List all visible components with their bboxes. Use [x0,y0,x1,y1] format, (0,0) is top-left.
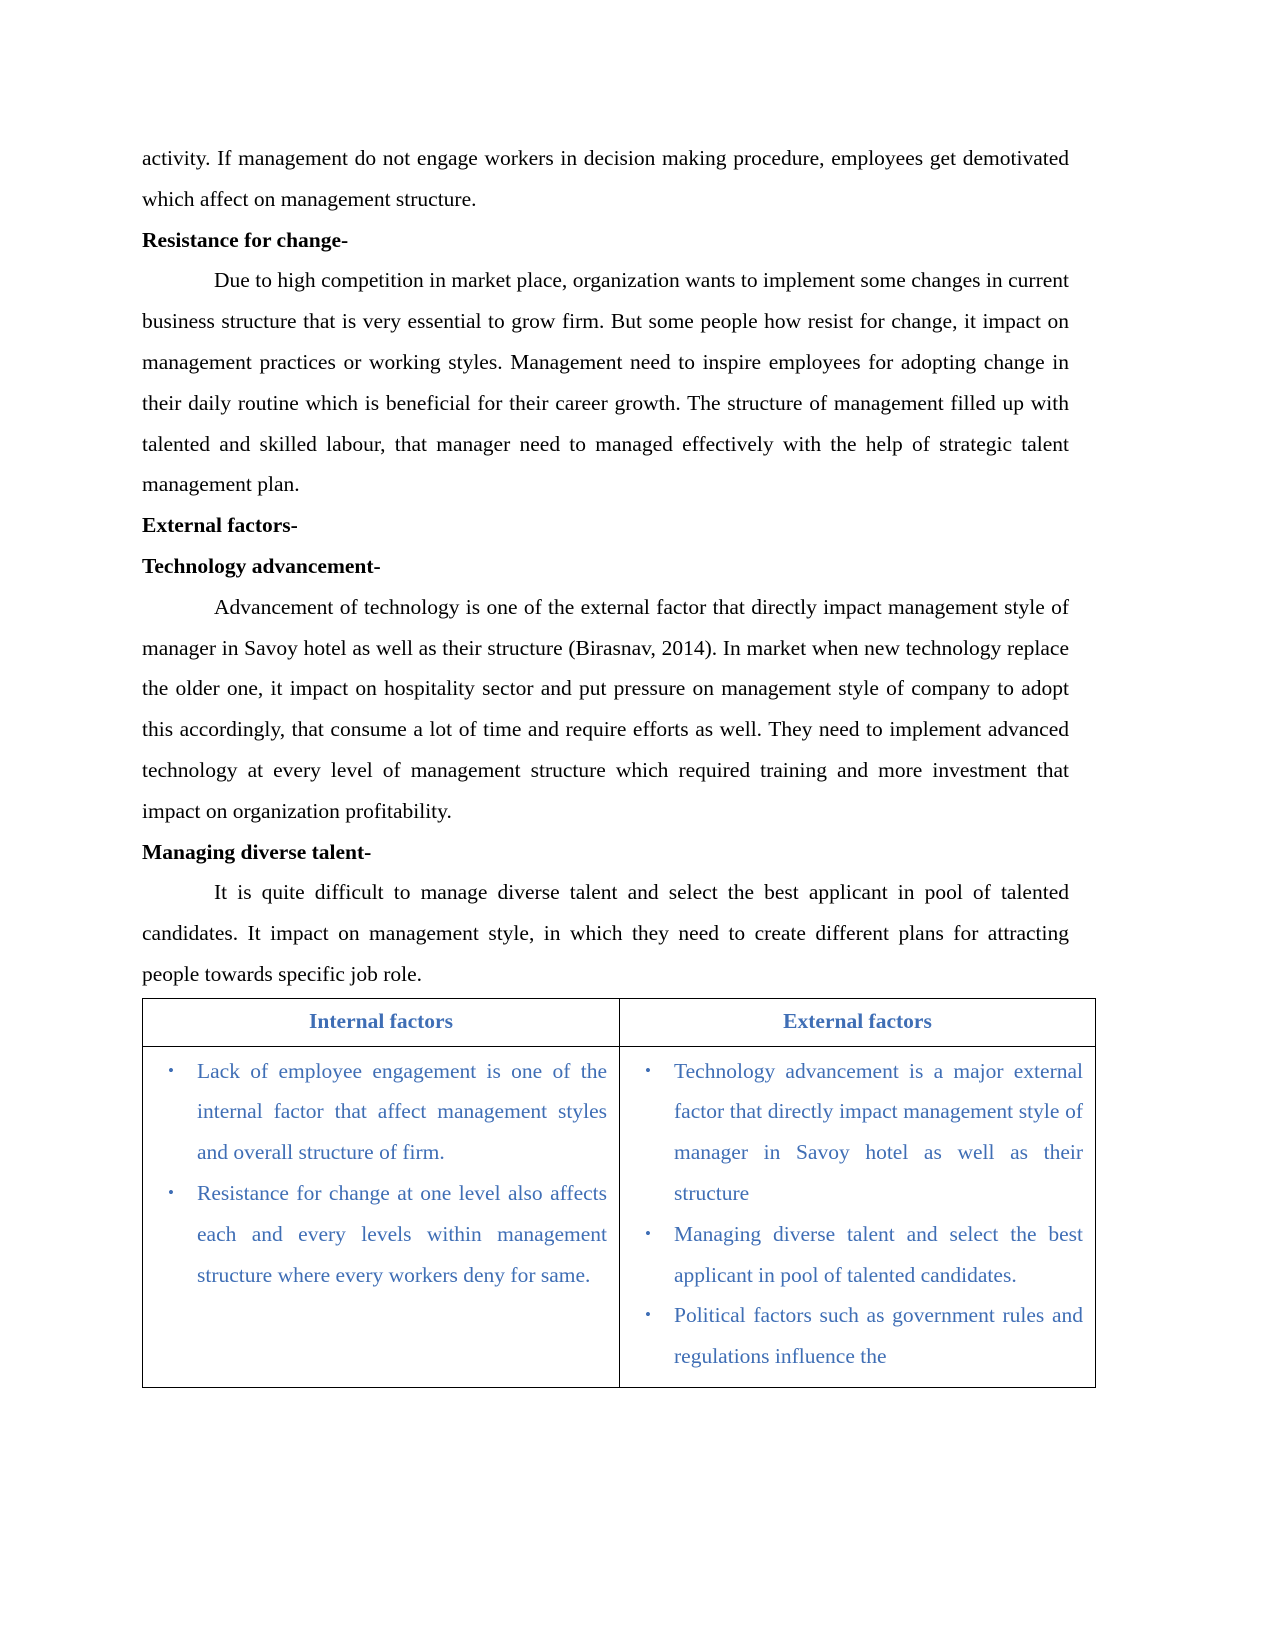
paragraph-technology-advancement: Advancement of technology is one of the … [142,594,1069,823]
paragraph-managing-diverse-talent: It is quite difficult to manage diverse … [142,880,1069,986]
list-item: Political factors such as government rul… [645,1295,1083,1377]
list-item: Lack of employee engagement is one of th… [168,1051,607,1173]
paragraph-resistance-for-change: Due to high competition in market place,… [142,268,1069,497]
list-item: Resistance for change at one level also … [168,1173,607,1295]
heading-managing-diverse-talent: Managing diverse talent- [142,839,372,864]
document-content: activity. If management do not engage wo… [142,138,1096,1388]
list-item: Technology advancement is a major extern… [645,1051,1083,1214]
table-body: Lack of employee engagement is one of th… [142,1045,1096,1388]
internal-external-factors-table: Internal factors External factors Lack o… [142,997,1096,1388]
heading-technology-advancement: Technology advancement- [142,553,381,578]
paragraph-continuation: activity. If management do not engage wo… [142,146,1069,211]
table-header: Internal factors External factors [142,997,1096,1047]
document-page: activity. If management do not engage wo… [0,0,1275,1651]
table-header-row: Internal factors External factors [142,997,1096,1047]
list-item: Managing diverse talent and select the b… [645,1214,1083,1296]
table-cell-internal-factors: Lack of employee engagement is one of th… [142,1045,620,1388]
heading-resistance-for-change: Resistance for change- [142,227,349,252]
internal-factors-list: Lack of employee engagement is one of th… [151,1051,611,1296]
table-header-external-factors: External factors [619,997,1096,1047]
external-factors-list: Technology advancement is a major extern… [628,1051,1087,1377]
table-cell-external-factors: Technology advancement is a major extern… [619,1045,1096,1388]
table-row: Lack of employee engagement is one of th… [142,1045,1096,1388]
table-header-internal-factors: Internal factors [142,997,620,1047]
heading-external-factors: External factors- [142,513,298,538]
